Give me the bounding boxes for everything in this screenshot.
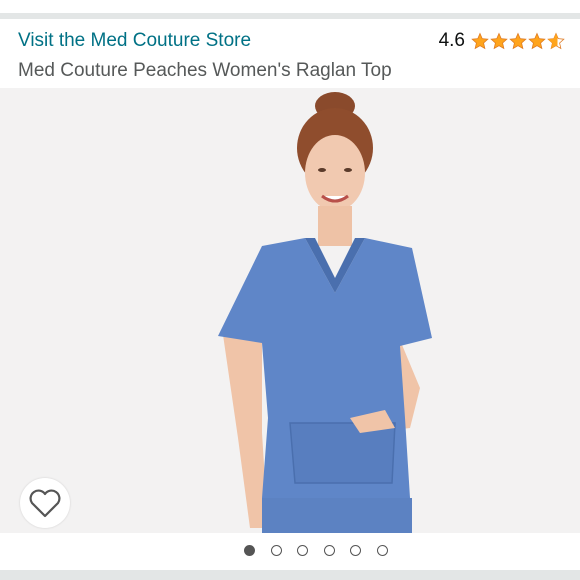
- carousel-dot[interactable]: [350, 545, 361, 556]
- carousel-dot[interactable]: [244, 545, 255, 556]
- rating[interactable]: 4.6: [439, 30, 566, 52]
- star-icon: [528, 32, 546, 50]
- star-icon: [471, 32, 489, 50]
- product-image[interactable]: [0, 88, 580, 533]
- store-link[interactable]: Visit the Med Couture Store: [18, 30, 251, 52]
- carousel-indicators: [244, 545, 403, 556]
- rating-value: 4.6: [438, 30, 465, 51]
- star-icon: [509, 32, 527, 50]
- carousel-dot[interactable]: [323, 545, 335, 556]
- top-bar: [0, 0, 580, 12]
- star-icon: [490, 32, 508, 50]
- top-divider: [0, 13, 580, 19]
- carousel-dot[interactable]: [376, 545, 388, 556]
- carousel-dot[interactable]: [297, 545, 308, 556]
- bottom-divider: [0, 570, 580, 580]
- product-title: Med Couture Peaches Women's Raglan Top: [18, 60, 392, 81]
- product-photo: [218, 92, 432, 533]
- half-star-icon: [547, 32, 565, 50]
- wishlist-button[interactable]: [20, 478, 70, 528]
- star-rating: [471, 32, 566, 50]
- heart-outline-icon: [29, 489, 61, 518]
- carousel-dot[interactable]: [270, 545, 282, 556]
